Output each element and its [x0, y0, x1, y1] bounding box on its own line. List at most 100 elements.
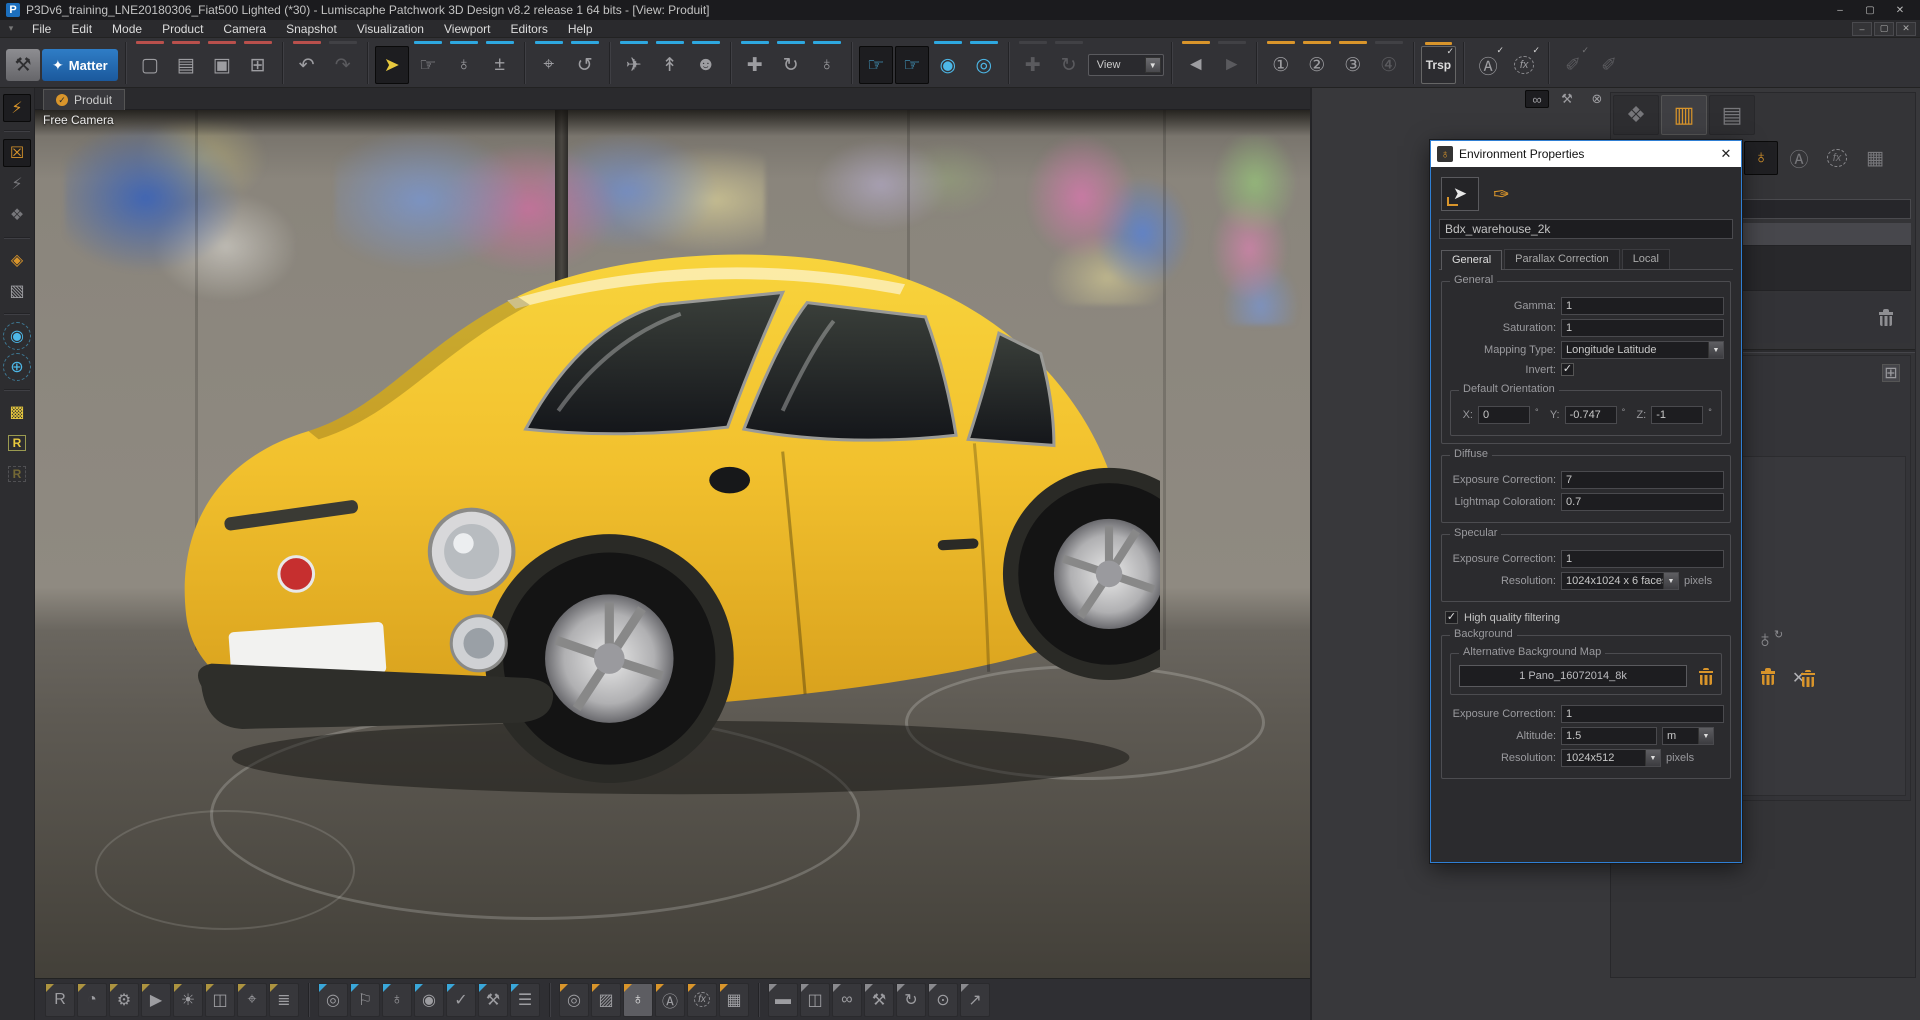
stereo-button[interactable]: ∞	[832, 983, 862, 1017]
open-document-button[interactable]: ▤	[169, 46, 203, 84]
specular-exposure-field[interactable]	[1561, 550, 1724, 568]
background-resolution-select[interactable]: 1024x512 ▼	[1561, 749, 1661, 767]
grid-view-icon[interactable]: ⊞	[1882, 364, 1900, 382]
dialog-title-bar[interactable]: ♁ Environment Properties ✕	[1431, 141, 1741, 167]
background-map-button[interactable]: 1 Pano_16072014_8k	[1459, 665, 1687, 687]
interact-animate-button[interactable]: ☞	[895, 46, 929, 84]
transparency-button[interactable]: Trsp✓	[1421, 46, 1456, 84]
sensors-toggle-button[interactable]: Ⓐ✓	[1471, 46, 1505, 84]
refresh-view-button[interactable]: ↻	[1052, 46, 1086, 84]
library-postprocess-button[interactable]: ▦	[1858, 141, 1892, 175]
snapshot-image-button[interactable]: ▩	[3, 398, 31, 426]
render-region-button[interactable]: R	[3, 460, 31, 488]
images-editor-button[interactable]: ▨	[591, 983, 621, 1017]
tab-local[interactable]: Local	[1622, 249, 1670, 269]
camera-2-button[interactable]: ②	[1300, 46, 1334, 84]
y-field[interactable]	[1565, 406, 1617, 424]
view-select[interactable]: View▼	[1088, 54, 1164, 76]
postprocess-editor-button[interactable]: ▦	[719, 983, 749, 1017]
saturation-field[interactable]	[1561, 319, 1724, 337]
gizmo-hide-button[interactable]: ◎	[967, 46, 1001, 84]
visitor-mode-button[interactable]: ☻	[689, 46, 723, 84]
render-button[interactable]: R	[45, 983, 75, 1017]
lightmap-coloration-field[interactable]	[1561, 493, 1724, 511]
specular-resolution-select[interactable]: 1024x1024 x 6 faces ▼	[1561, 572, 1679, 590]
tab-parallax-correction[interactable]: Parallax Correction	[1504, 249, 1620, 269]
z-field[interactable]	[1651, 406, 1703, 424]
high-quality-filtering-checkbox[interactable]: ✓	[1445, 611, 1458, 624]
measure-tool-button[interactable]: ▬	[768, 983, 798, 1017]
minimize-button[interactable]: –	[1826, 2, 1854, 18]
target-config-button[interactable]: ⊙	[928, 983, 958, 1017]
redo-button[interactable]: ↷	[326, 46, 360, 84]
altitude-field[interactable]	[1561, 727, 1657, 745]
lightmap-batch-button[interactable]: ❖	[3, 201, 31, 229]
snapshot-config-button[interactable]: ⚙	[109, 983, 139, 1017]
realtime-lighting-button[interactable]: ⚡	[3, 94, 31, 122]
menu-edit[interactable]: Edit	[61, 20, 102, 38]
translate-manipulator-button[interactable]: ✚	[738, 46, 772, 84]
menu-file[interactable]: File	[22, 20, 61, 38]
delete-background-map-icon[interactable]	[1699, 668, 1713, 685]
animation-button[interactable]: ◫	[205, 983, 235, 1017]
layers-validate-button[interactable]: ✓	[446, 983, 476, 1017]
lightmap-off-button[interactable]: ☒	[3, 139, 31, 167]
paint-selected-button[interactable]: ✐	[1592, 46, 1626, 84]
gamma-field[interactable]	[1561, 297, 1724, 315]
mdi-restore-button[interactable]: ▢	[1874, 22, 1894, 36]
presentation-button[interactable]: ▧	[3, 277, 31, 305]
add-gizmo-button[interactable]: ⊕	[3, 353, 31, 381]
save-as-button[interactable]: ⊞	[241, 46, 275, 84]
delete-environment-icon[interactable]	[1761, 668, 1775, 685]
rotate-manipulator-button[interactable]: ↻	[774, 46, 808, 84]
label-config-button[interactable]: ⚒	[864, 983, 894, 1017]
background-exposure-field[interactable]	[1561, 705, 1724, 723]
materials-editor-button[interactable]: ◎	[559, 983, 589, 1017]
gizmo-visibility-button[interactable]: ◉	[931, 46, 965, 84]
delete-unused-environments-icon[interactable]: ✕	[1792, 668, 1815, 688]
paint-all-button[interactable]: ✐✓	[1556, 46, 1590, 84]
video-button[interactable]: ▶	[141, 983, 171, 1017]
menu-camera[interactable]: Camera	[213, 20, 276, 38]
menu-viewport[interactable]: Viewport	[434, 20, 500, 38]
environment-sync-icon[interactable]: ♁↻	[1756, 626, 1783, 654]
environments-editor-button[interactable]: ♁	[623, 983, 653, 1017]
curve-editor-button[interactable]: ↗	[960, 983, 990, 1017]
effects-editor-button[interactable]: fx	[687, 983, 717, 1017]
render-image-button[interactable]: R	[3, 429, 31, 457]
tab-database[interactable]: ▤	[1709, 95, 1755, 135]
fly-mode-button[interactable]: ✈	[617, 46, 651, 84]
delete-item-icon[interactable]	[1879, 309, 1893, 326]
camera-1-button[interactable]: ①	[1264, 46, 1298, 84]
library-effects-button[interactable]: fx	[1820, 141, 1854, 175]
save-button[interactable]: ▣	[205, 46, 239, 84]
controller-button[interactable]: ⌖	[237, 983, 267, 1017]
undo-button[interactable]: ↶	[290, 46, 324, 84]
config-list-button[interactable]: ☰	[510, 983, 540, 1017]
layers-position-button[interactable]: ⚐	[350, 983, 380, 1017]
world-rotate-button[interactable]: ♁	[810, 46, 844, 84]
pan-tool-button[interactable]: ☞	[411, 46, 445, 84]
close-panel-button[interactable]: ⊗	[1585, 90, 1609, 108]
eyedropper-icon[interactable]: ✑	[1493, 182, 1510, 207]
walk-mode-button[interactable]: ↟	[653, 46, 687, 84]
camera-turntable-button[interactable]: ↺	[568, 46, 602, 84]
matter-mode-button[interactable]: ✦Matter	[42, 49, 118, 81]
snapshot-batch-button[interactable]: ◔	[77, 983, 107, 1017]
link-views-button[interactable]: ∞	[1525, 90, 1549, 108]
tab-favorites[interactable]: ❖	[1613, 95, 1659, 135]
tab-produit[interactable]: ✓ Produit	[43, 89, 125, 110]
settings-wrench-button[interactable]: ⚒	[6, 49, 40, 81]
menu-snapshot[interactable]: Snapshot	[276, 20, 347, 38]
library-sensors-button[interactable]: Ⓐ	[1782, 141, 1816, 175]
close-button[interactable]: ✕	[1886, 2, 1914, 18]
environment-name-field[interactable]	[1439, 219, 1733, 239]
maximize-button[interactable]: ▢	[1856, 2, 1884, 18]
menu-product[interactable]: Product	[152, 20, 213, 38]
lighting-button[interactable]: ☀	[173, 983, 203, 1017]
config-rules-button[interactable]: ⚒	[478, 983, 508, 1017]
mdi-close-button[interactable]: ✕	[1896, 22, 1916, 36]
layers-overlay-button[interactable]: ◉	[414, 983, 444, 1017]
move-view-button[interactable]: ✚	[1016, 46, 1050, 84]
layers-environment-button[interactable]: ♁	[382, 983, 412, 1017]
